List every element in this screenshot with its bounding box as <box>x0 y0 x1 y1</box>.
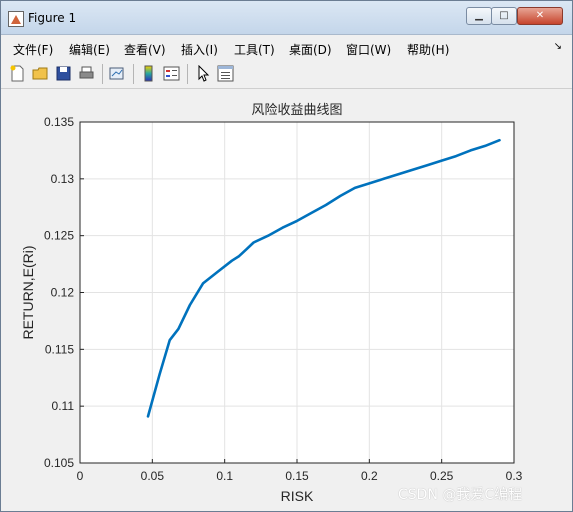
y-axis-label: RETURN,E(Ri) <box>20 245 36 339</box>
menu-help[interactable]: 帮助(H) <box>407 41 449 58</box>
y-tick-label: 0.105 <box>44 456 74 470</box>
link-plot-icon[interactable] <box>109 65 126 82</box>
close-button[interactable]: ✕ <box>517 7 563 25</box>
title-bar[interactable]: Figure 1 ▁ □ ✕ <box>1 1 572 35</box>
y-tick-label: 0.12 <box>51 286 75 300</box>
x-tick-label: 0.25 <box>430 469 454 483</box>
legend-icon[interactable] <box>163 65 180 82</box>
figure-canvas-area: 0 0.05 0.1 0.15 0.2 0.25 0.3 0.105 0.11 0.115 0.12… <box>1 89 572 511</box>
pointer-icon[interactable] <box>195 65 212 82</box>
watermark-text: CSDN @我爱C编程 <box>398 487 523 503</box>
save-icon[interactable] <box>55 65 72 82</box>
property-editor-icon[interactable] <box>217 65 234 82</box>
figure-window: Figure 1 ▁ □ ✕ 文件(F) 编辑(E) 查看(V) 插入(I) 工… <box>0 0 573 512</box>
new-figure-icon[interactable] <box>9 65 26 82</box>
figure-app-icon <box>8 11 24 27</box>
menu-file[interactable]: 文件(F) <box>13 41 53 58</box>
toolbar-separator <box>102 64 103 84</box>
x-axis-label: RISK <box>281 488 314 504</box>
colorbar-icon[interactable] <box>140 65 157 82</box>
x-tick-label: 0.2 <box>361 469 378 483</box>
window-title: Figure 1 <box>28 11 77 25</box>
x-tick-label: 0.05 <box>141 469 165 483</box>
menu-edit[interactable]: 编辑(E) <box>69 41 110 58</box>
maximize-button[interactable]: □ <box>491 7 517 25</box>
x-tick-label: 0.15 <box>285 469 309 483</box>
chart-title: 风险收益曲线图 <box>251 103 342 118</box>
print-icon[interactable] <box>78 65 95 82</box>
y-tick-label: 0.135 <box>44 115 74 129</box>
toolbar-separator <box>187 64 188 84</box>
menu-window[interactable]: 窗口(W) <box>346 41 391 58</box>
open-file-icon[interactable] <box>32 65 49 82</box>
y-tick-label: 0.11 <box>52 399 75 413</box>
menu-tools[interactable]: 工具(T) <box>234 41 275 58</box>
toolbar-separator <box>133 64 134 84</box>
menu-desktop[interactable]: 桌面(D) <box>289 41 332 58</box>
menu-overflow-icon[interactable]: ↘ <box>554 41 562 52</box>
y-tick-label: 0.115 <box>45 342 74 356</box>
menu-insert[interactable]: 插入(I) <box>181 41 218 58</box>
menu-bar: 文件(F) 编辑(E) 查看(V) 插入(I) 工具(T) 桌面(D) 窗口(W… <box>1 35 572 61</box>
y-tick-label: 0.125 <box>44 229 74 243</box>
minimize-button[interactable]: ▁ <box>466 7 492 25</box>
y-tick-label: 0.13 <box>51 172 75 186</box>
risk-return-chart[interactable]: 0 0.05 0.1 0.15 0.2 0.25 0.3 0.105 0.11 0.115 0.12… <box>1 89 572 511</box>
x-tick-label: 0.3 <box>506 469 523 483</box>
x-tick-label: 0.1 <box>216 469 233 483</box>
x-tick-label: 0 <box>77 469 84 483</box>
toolbar <box>1 60 572 89</box>
menu-view[interactable]: 查看(V) <box>124 41 166 58</box>
